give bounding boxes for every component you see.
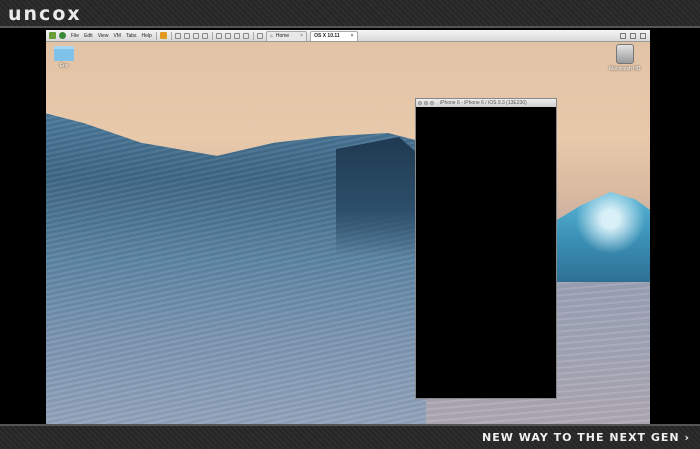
menu-vm[interactable]: VM [113, 33, 121, 39]
toolbar-divider [155, 31, 157, 40]
toolbar-divider [252, 31, 254, 40]
fit-window-icon[interactable] [242, 32, 249, 39]
minimize-icon[interactable] [620, 32, 626, 39]
wallpaper-breaking-wave [551, 192, 650, 282]
view-mode-icon[interactable] [215, 32, 222, 39]
menu-tabs[interactable]: Tabs [126, 33, 137, 39]
brand-logo: UNCOX [8, 3, 82, 25]
close-window-icon[interactable] [640, 32, 646, 39]
send-keys-icon[interactable] [174, 32, 181, 39]
vm-toolbar: File Edit View VM Tabs Help ⌂ Home × OS … [46, 30, 650, 42]
tab-osx-label: OS X 10.11 [314, 33, 340, 39]
maximize-icon[interactable] [630, 32, 636, 39]
close-icon[interactable]: × [300, 33, 303, 39]
library-icon[interactable] [256, 32, 263, 39]
tab-osx[interactable]: OS X 10.11 × [310, 30, 358, 41]
hard-drive-icon [615, 44, 634, 64]
revert-snapshot-icon[interactable] [192, 32, 199, 39]
home-icon: ⌂ [269, 33, 273, 39]
simulator-window[interactable]: iPhone 6 - iPhone 6 / iOS 9.3 (13E230) [415, 98, 557, 399]
wallpaper-wave-crest [336, 137, 426, 257]
folder-icon [54, 46, 74, 61]
fullscreen-icon[interactable] [224, 32, 231, 39]
toolbar-divider [170, 31, 172, 40]
vmware-logo-icon[interactable] [59, 32, 66, 39]
menu-view[interactable]: View [98, 33, 109, 39]
desktop-icon-folder[interactable]: Ens [54, 46, 74, 69]
desktop-icon-macintosh-hd[interactable]: Macintosh HD [609, 44, 640, 72]
menu-file[interactable]: File [71, 33, 79, 39]
pause-icon[interactable] [159, 32, 167, 39]
window-controls [620, 32, 646, 39]
simulator-title: iPhone 6 - iPhone 6 / iOS 9.3 (13E230) [440, 100, 527, 106]
pin-icon[interactable] [49, 32, 56, 39]
tagline[interactable]: NEW WAY TO THE NEXT GEN › [482, 431, 690, 444]
simulator-titlebar[interactable]: iPhone 6 - iPhone 6 / iOS 9.3 (13E230) [416, 99, 556, 107]
toolbar-divider [211, 31, 213, 40]
minimize-button[interactable] [424, 101, 428, 105]
snapshot-icon[interactable] [183, 32, 190, 39]
top-banner: UNCOX [0, 0, 700, 28]
tab-home-label: Home [275, 33, 290, 39]
vm-window: File Edit View VM Tabs Help ⌂ Home × OS … [46, 30, 650, 424]
close-button[interactable] [418, 101, 422, 105]
close-icon[interactable]: × [351, 33, 354, 39]
zoom-button[interactable] [430, 101, 434, 105]
bottom-banner: NEW WAY TO THE NEXT GEN › [0, 424, 700, 449]
unity-icon[interactable] [233, 32, 240, 39]
snapshot-manager-icon[interactable] [201, 32, 208, 39]
desktop-icon-label: Ens [59, 63, 69, 69]
desktop-icon-label: Macintosh HD [609, 66, 641, 72]
menu-help[interactable]: Help [142, 33, 152, 39]
mac-desktop: Ens Macintosh HD iPhone 6 - iPhone 6 / i… [46, 42, 650, 424]
menu-edit[interactable]: Edit [84, 33, 93, 39]
tab-home[interactable]: ⌂ Home × [265, 30, 308, 41]
